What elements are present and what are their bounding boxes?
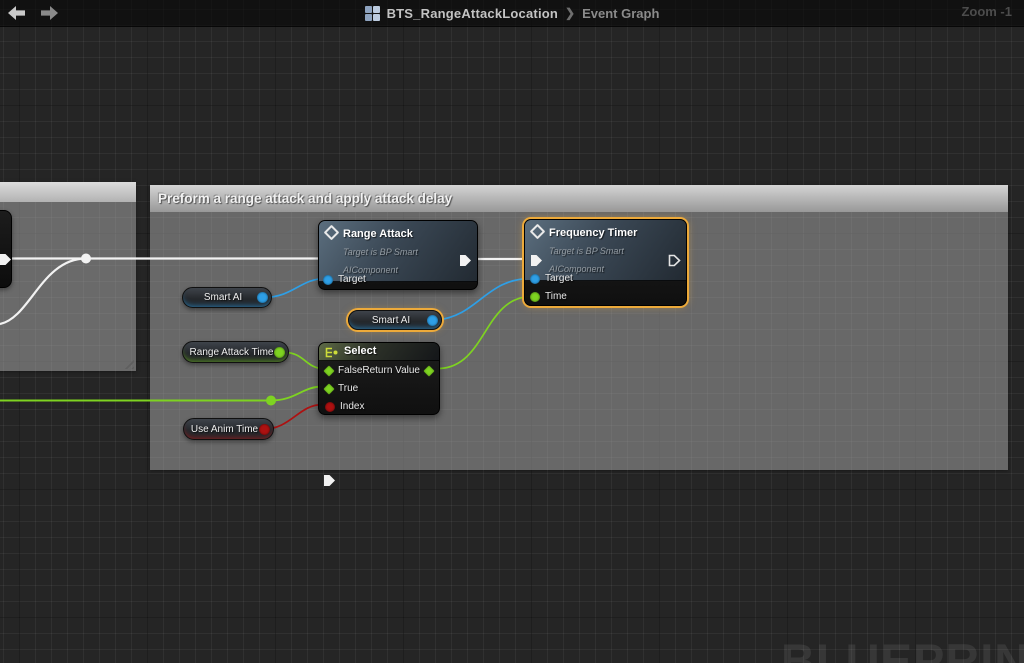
pin-label-true: True — [338, 383, 358, 394]
false-input-pin[interactable] — [323, 365, 334, 376]
time-input-pin[interactable] — [530, 292, 540, 302]
function-icon — [324, 225, 340, 241]
node-select-header: Select — [319, 343, 439, 361]
pin-label-index: Index — [340, 401, 364, 412]
bool-output-pin[interactable] — [259, 424, 270, 435]
pin-label-false: False — [338, 365, 362, 376]
node-title: Range Attack — [343, 228, 413, 240]
target-input-pin[interactable] — [530, 274, 540, 284]
variable-pill-use-anim-time[interactable]: Use Anim Time — [183, 418, 274, 440]
breadcrumb-asset-name[interactable]: BTS_RangeAttackLocation — [387, 6, 558, 21]
breadcrumb: BTS_RangeAttackLocation ❯ Event Graph — [0, 0, 1024, 26]
node-title: Frequency Timer — [549, 227, 637, 239]
node-frequency-timer-header: Frequency Timer Target is BP Smart AICom… — [525, 220, 686, 281]
object-output-pin[interactable] — [257, 292, 268, 303]
select-icon — [325, 347, 338, 358]
graph-toolbar: BTS_RangeAttackLocation ❯ Event Graph — [0, 0, 1024, 27]
node-range-attack-header: Range Attack Target is BP Smart AICompon… — [319, 221, 477, 282]
node-select[interactable]: Select False True Index Return Value — [318, 342, 440, 415]
float-output-pin[interactable] — [274, 347, 285, 358]
breadcrumb-graph-name[interactable]: Event Graph — [582, 6, 659, 21]
comment-main-header[interactable]: Preform a range attack and apply attack … — [150, 185, 1008, 212]
back-arrow-button[interactable] — [8, 6, 26, 20]
blueprint-editor: BLUEPRINT Preform a range attack and app… — [0, 0, 1024, 663]
blueprint-icon — [365, 6, 380, 21]
object-output-pin[interactable] — [427, 315, 438, 326]
pin-label-return-value: Return Value — [362, 365, 420, 376]
forward-arrow-button[interactable] — [40, 6, 58, 20]
pin-label-time: Time — [545, 291, 567, 302]
target-input-pin[interactable] — [323, 275, 333, 285]
comment-left-header[interactable] — [0, 182, 136, 202]
node-range-attack[interactable]: Range Attack Target is BP Smart AICompon… — [318, 220, 478, 290]
return-value-output-pin[interactable] — [423, 365, 434, 376]
function-icon — [530, 224, 546, 240]
comment-left-body[interactable] — [0, 202, 136, 371]
zoom-level-indicator: Zoom -1 — [961, 4, 1012, 19]
exec-input-pin[interactable] — [530, 254, 543, 267]
chevron-right-icon: ❯ — [565, 6, 575, 20]
pill-label: Smart AI — [372, 315, 418, 326]
pin-label-target: Target — [545, 273, 573, 284]
exec-output-pin[interactable] — [0, 253, 12, 266]
exec-output-pin[interactable] — [668, 254, 681, 267]
variable-pill-smart-ai-1[interactable]: Smart AI — [182, 287, 272, 308]
exec-input-pin[interactable] — [323, 474, 336, 487]
comment-box-left[interactable] — [0, 182, 136, 371]
node-frequency-timer[interactable]: Frequency Timer Target is BP Smart AICom… — [524, 219, 687, 306]
offscreen-node-stub[interactable] — [0, 210, 12, 288]
blueprint-watermark: BLUEPRINT — [781, 633, 1024, 663]
node-title: Select — [344, 345, 376, 358]
node-subtitle: Target is BP Smart AIComponent — [549, 246, 624, 274]
node-subtitle: Target is BP Smart AIComponent — [343, 247, 418, 275]
pill-label: Range Attack Time — [190, 347, 282, 358]
index-input-pin[interactable] — [325, 402, 335, 412]
pill-label: Use Anim Time — [191, 424, 266, 435]
true-input-pin[interactable] — [323, 383, 334, 394]
variable-pill-range-attack-time[interactable]: Range Attack Time — [182, 341, 289, 363]
pill-label: Smart AI — [204, 292, 250, 303]
pin-label-target: Target — [338, 274, 366, 285]
variable-pill-smart-ai-2[interactable]: Smart AI — [348, 310, 442, 330]
exec-output-pin[interactable] — [459, 254, 472, 267]
